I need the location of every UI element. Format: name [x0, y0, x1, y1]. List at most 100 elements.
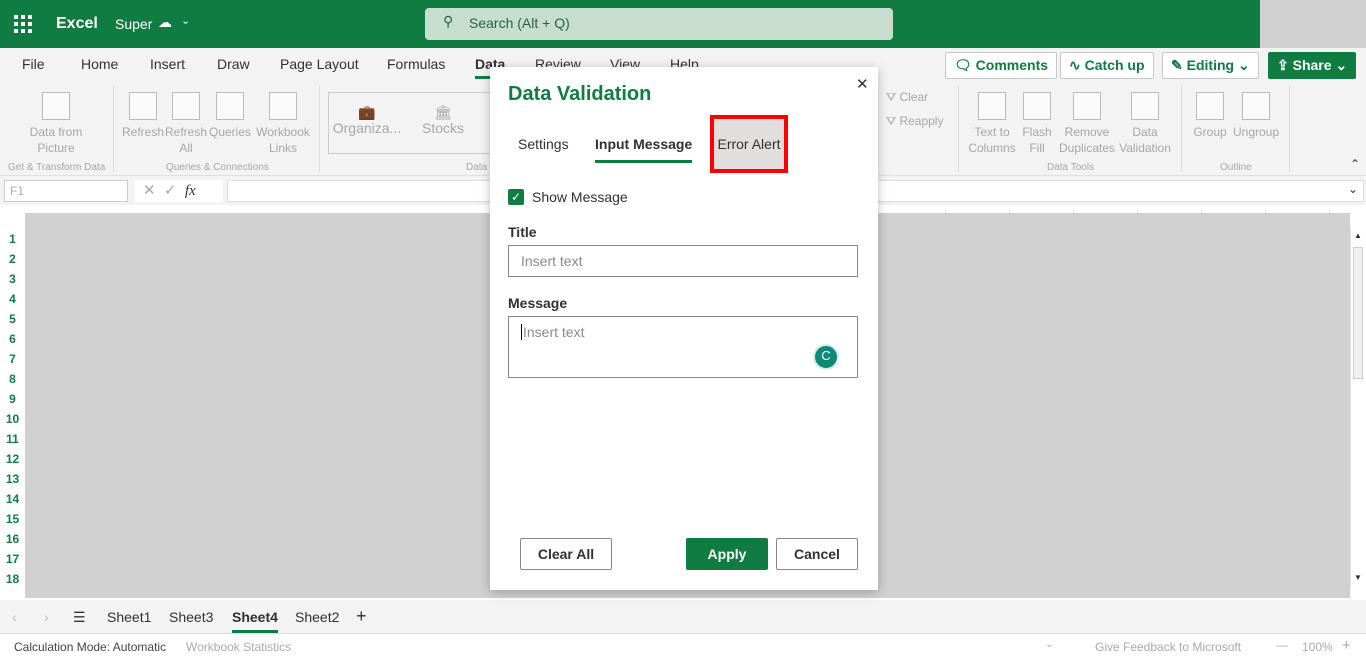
workbook-statistics[interactable]: Workbook Statistics [186, 640, 291, 654]
queries-button[interactable]: Queries [208, 92, 252, 140]
sheet-tab[interactable]: Sheet3 [169, 609, 213, 625]
check-icon[interactable]: ✓ [164, 182, 177, 199]
row-header[interactable]: 17 [0, 549, 25, 569]
collapse-ribbon-icon[interactable]: ⌃ [1350, 157, 1360, 171]
sheet-tab-bar: ‹ › ☰ Sheet1 Sheet3 Sheet4 Sheet2 + [0, 600, 1366, 634]
flash-fill-button[interactable]: Flash Fill [1020, 92, 1054, 156]
share-label: Share [1292, 57, 1332, 73]
label: Group [1193, 125, 1227, 139]
divider [113, 86, 114, 172]
row-header[interactable]: 1 [0, 229, 25, 249]
chevron-down-icon[interactable]: ⌄ [1045, 639, 1053, 650]
data-validation-button[interactable]: Data Validation [1117, 92, 1173, 156]
editing-label: Editing [1186, 57, 1235, 73]
row-header[interactable]: 13 [0, 469, 25, 489]
zoom-out-icon[interactable]: — [1276, 638, 1288, 652]
tab-error-alert-label: Error Alert [717, 136, 781, 152]
title-input[interactable]: Insert text [508, 245, 858, 277]
dialog-title: Data Validation [508, 83, 652, 105]
comments-button[interactable]: 🗨 Comments [945, 52, 1058, 79]
tab-input-message[interactable]: Input Message [595, 136, 693, 163]
row-header[interactable]: 2 [0, 249, 25, 269]
show-message-checkbox[interactable]: ✓ [508, 189, 524, 205]
row-header[interactable]: 15 [0, 509, 25, 529]
sheet-tab[interactable]: Sheet1 [107, 609, 151, 625]
apply-button[interactable]: Apply [686, 538, 768, 570]
tab-settings[interactable]: Settings [518, 136, 569, 152]
tab-page-layout[interactable]: Page Layout [280, 56, 359, 72]
ungroup-button[interactable]: Ungroup [1232, 92, 1280, 140]
label: Flash Fill [1022, 125, 1052, 155]
stocks-button[interactable]: 🏛 Stocks [418, 104, 468, 136]
group-button[interactable]: Group [1190, 92, 1230, 140]
tab-error-alert[interactable]: Error Alert [710, 115, 788, 173]
vertical-scrollbar[interactable]: ▲ ▼ [1350, 229, 1366, 587]
next-sheet-icon[interactable]: › [44, 609, 49, 625]
workbook-links-button[interactable]: Workbook Links [254, 92, 312, 156]
row-header[interactable]: 3 [0, 269, 25, 289]
add-sheet-icon[interactable]: + [356, 606, 367, 627]
cancel-label: Cancel [794, 546, 840, 562]
reapply-filter-button[interactable]: ⛛ Reapply [886, 113, 943, 129]
sheet-tab[interactable]: Sheet2 [295, 609, 339, 625]
label: Ungroup [1232, 125, 1280, 139]
fx-icon[interactable]: fx [185, 183, 196, 199]
feedback-link[interactable]: Give Feedback to Microsoft [1095, 640, 1241, 654]
catch-up-button[interactable]: ∿ Catch up [1060, 52, 1154, 79]
row-header[interactable]: 5 [0, 309, 25, 329]
cancel-icon[interactable]: ✕ [143, 182, 156, 199]
prev-sheet-icon[interactable]: ‹ [12, 609, 17, 625]
zoom-in-icon[interactable]: + [1342, 637, 1351, 654]
search-input[interactable]: ⚲ Search (Alt + Q) [425, 8, 893, 40]
scrollbar-thumb[interactable] [1353, 247, 1363, 379]
remove-duplicates-button[interactable]: Remove Duplicates [1058, 92, 1116, 156]
row-header[interactable]: 10 [0, 409, 25, 429]
label: Refresh [122, 125, 165, 139]
cancel-button[interactable]: Cancel [776, 538, 858, 570]
share-button[interactable]: ⇪ Share ⌄ [1268, 52, 1357, 79]
row-header[interactable]: 12 [0, 449, 25, 469]
row-header[interactable]: 6 [0, 329, 25, 349]
message-placeholder: Insert text [521, 324, 585, 340]
chevron-down-icon[interactable]: ⌄ [181, 14, 190, 27]
grammarly-icon[interactable]: C [813, 344, 839, 370]
divider [958, 86, 959, 172]
expand-formula-icon[interactable]: ⌄ [1348, 182, 1358, 196]
text-to-columns-button[interactable]: Text to Columns [966, 92, 1018, 156]
row-header[interactable]: 11 [0, 429, 25, 449]
scroll-down-icon[interactable]: ▼ [1354, 573, 1362, 582]
cloud-saved-icon: ☁ [158, 14, 172, 30]
row-header[interactable]: 9 [0, 389, 25, 409]
clear-all-button[interactable]: Clear All [520, 538, 612, 570]
organization-button[interactable]: 💼 Organiza... [332, 104, 402, 136]
editing-button[interactable]: ✎ Editing ⌄ [1162, 52, 1259, 79]
app-name: Excel [56, 15, 98, 32]
data-from-picture-button[interactable]: Data from Picture [22, 92, 90, 156]
tab-home[interactable]: Home [81, 56, 118, 72]
remove-duplicates-icon [1073, 92, 1101, 120]
app-launcher-icon[interactable] [14, 15, 32, 33]
refresh-all-button[interactable]: Refresh All [165, 92, 207, 156]
refresh-button[interactable]: Refresh [122, 92, 164, 140]
clear-filter-button[interactable]: ⛛ Clear [886, 89, 928, 105]
all-sheets-icon[interactable]: ☰ [73, 609, 86, 626]
message-textarea[interactable]: Insert text C [508, 316, 858, 378]
row-header[interactable]: 4 [0, 289, 25, 309]
sheet-tab-active[interactable]: Sheet4 [232, 609, 278, 633]
tab-file[interactable]: File [22, 56, 45, 72]
close-icon[interactable]: ✕ [856, 75, 869, 93]
status-bar: Calculation Mode: Automatic Workbook Sta… [0, 634, 1366, 657]
zoom-level: 100% [1302, 640, 1333, 654]
row-header[interactable]: 18 [0, 569, 25, 589]
tab-draw[interactable]: Draw [217, 56, 250, 72]
document-name[interactable]: Super [115, 16, 152, 32]
tab-insert[interactable]: Insert [150, 56, 185, 72]
refresh-all-icon [172, 92, 200, 120]
name-box[interactable]: F1 [4, 180, 128, 202]
row-header[interactable]: 7 [0, 349, 25, 369]
row-header[interactable]: 14 [0, 489, 25, 509]
row-header[interactable]: 16 [0, 529, 25, 549]
tab-formulas[interactable]: Formulas [387, 56, 445, 72]
row-header[interactable]: 8 [0, 369, 25, 389]
scroll-up-icon[interactable]: ▲ [1354, 231, 1362, 240]
